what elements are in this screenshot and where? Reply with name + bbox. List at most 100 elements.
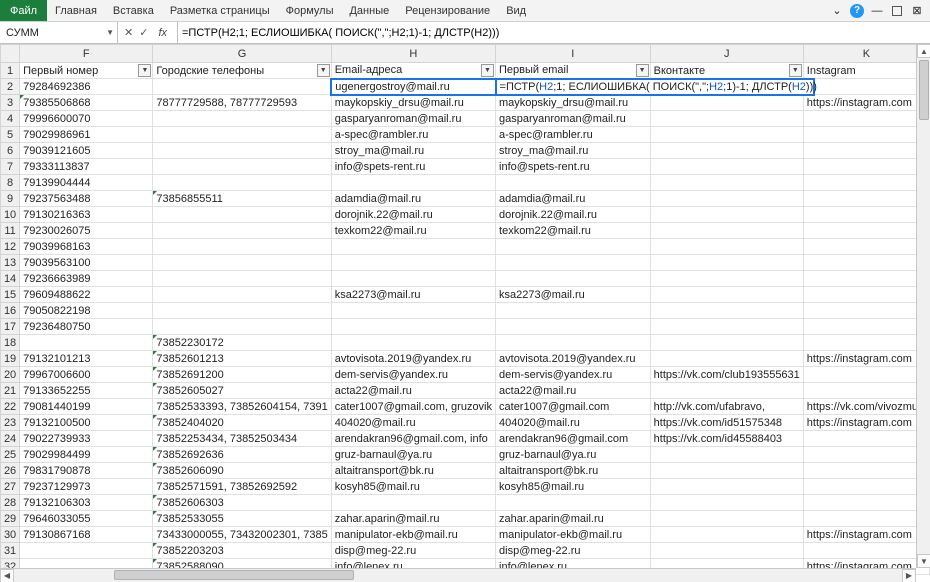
- cell-J30[interactable]: [650, 527, 803, 543]
- row-header-14[interactable]: 14: [1, 271, 20, 287]
- cell-K31[interactable]: [803, 543, 929, 559]
- header-cell-K[interactable]: Instagram: [803, 63, 929, 79]
- tab-0[interactable]: Главная: [47, 0, 105, 21]
- cell-G13[interactable]: [153, 255, 331, 271]
- cell-H28[interactable]: [331, 495, 495, 511]
- tab-5[interactable]: Рецензирование: [397, 0, 498, 21]
- cell-J26[interactable]: [650, 463, 803, 479]
- cell-G11[interactable]: [153, 223, 331, 239]
- cell-G10[interactable]: [153, 207, 331, 223]
- cell-J20[interactable]: https://vk.com/club193555631: [650, 367, 803, 383]
- cell-H24[interactable]: arendakran96@gmail.com, info: [331, 431, 495, 447]
- cell-H20[interactable]: dem-servis@yandex.ru: [331, 367, 495, 383]
- row-header-12[interactable]: 12: [1, 239, 20, 255]
- cell-K9[interactable]: [803, 191, 929, 207]
- cell-F31[interactable]: [20, 543, 153, 559]
- filter-dropdown-J[interactable]: ▼: [789, 64, 802, 77]
- cell-K17[interactable]: [803, 319, 929, 335]
- row-header-13[interactable]: 13: [1, 255, 20, 271]
- row-header-23[interactable]: 23: [1, 415, 20, 431]
- cell-I6[interactable]: stroy_ma@mail.ru: [496, 143, 651, 159]
- cell-K18[interactable]: [803, 335, 929, 351]
- cell-K11[interactable]: [803, 223, 929, 239]
- cell-G14[interactable]: [153, 271, 331, 287]
- cell-H27[interactable]: kosyh85@mail.ru: [331, 479, 495, 495]
- cell-F20[interactable]: 79967006600: [20, 367, 153, 383]
- cell-J8[interactable]: [650, 175, 803, 191]
- cell-K23[interactable]: https://instagram.com: [803, 415, 929, 431]
- row-header-20[interactable]: 20: [1, 367, 20, 383]
- cell-I12[interactable]: [496, 239, 651, 255]
- cell-J31[interactable]: [650, 543, 803, 559]
- cell-F15[interactable]: 79609488622: [20, 287, 153, 303]
- tab-2[interactable]: Разметка страницы: [162, 0, 278, 21]
- cell-K4[interactable]: [803, 111, 929, 127]
- cell-J7[interactable]: [650, 159, 803, 175]
- cell-J19[interactable]: [650, 351, 803, 367]
- filter-dropdown-I[interactable]: ▼: [636, 64, 649, 77]
- cell-K24[interactable]: [803, 431, 929, 447]
- header-cell-I[interactable]: Первый email▼: [496, 63, 651, 79]
- cell-K15[interactable]: [803, 287, 929, 303]
- cell-J10[interactable]: [650, 207, 803, 223]
- cell-G12[interactable]: [153, 239, 331, 255]
- close-icon[interactable]: ⊠: [910, 4, 924, 18]
- cell-J14[interactable]: [650, 271, 803, 287]
- cell-I9[interactable]: adamdia@mail.ru: [496, 191, 651, 207]
- cell-H5[interactable]: a-spec@rambler.ru: [331, 127, 495, 143]
- cell-J15[interactable]: [650, 287, 803, 303]
- name-box[interactable]: СУММ ▼: [0, 22, 118, 43]
- cell-G16[interactable]: [153, 303, 331, 319]
- cell-G24[interactable]: 73852253434, 73852503434: [153, 431, 331, 447]
- cell-I8[interactable]: [496, 175, 651, 191]
- cell-K16[interactable]: [803, 303, 929, 319]
- cell-G31[interactable]: 73852203203: [153, 543, 331, 559]
- cell-G4[interactable]: [153, 111, 331, 127]
- fx-icon[interactable]: fx: [154, 27, 171, 39]
- cell-F11[interactable]: 79230026075: [20, 223, 153, 239]
- row-header-1[interactable]: 1: [1, 63, 20, 79]
- cell-H30[interactable]: manipulator-ekb@mail.ru: [331, 527, 495, 543]
- cell-K30[interactable]: https://instagram.com: [803, 527, 929, 543]
- filter-dropdown-G[interactable]: ▼: [317, 64, 330, 77]
- cell-K25[interactable]: [803, 447, 929, 463]
- col-header-F[interactable]: F: [20, 45, 153, 63]
- cell-K26[interactable]: [803, 463, 929, 479]
- cell-F8[interactable]: 79139904444: [20, 175, 153, 191]
- cell-H4[interactable]: gasparyanroman@mail.ru: [331, 111, 495, 127]
- cell-J11[interactable]: [650, 223, 803, 239]
- cell-G23[interactable]: 73852404020: [153, 415, 331, 431]
- cell-F13[interactable]: 79039563100: [20, 255, 153, 271]
- grid[interactable]: FGHIJK1Первый номер▼Городские телефоны▼E…: [0, 44, 930, 582]
- cell-H21[interactable]: acta22@mail.ru: [331, 383, 495, 399]
- cell-H2[interactable]: ugenergostroy@mail.ru: [331, 79, 495, 95]
- row-header-25[interactable]: 25: [1, 447, 20, 463]
- ribbon-collapse-icon[interactable]: ⌄: [830, 4, 844, 18]
- cell-F19[interactable]: 79132101213: [20, 351, 153, 367]
- cell-K3[interactable]: https://instagram.com: [803, 95, 929, 111]
- cell-G7[interactable]: [153, 159, 331, 175]
- cell-G6[interactable]: [153, 143, 331, 159]
- cell-I27[interactable]: kosyh85@mail.ru: [496, 479, 651, 495]
- cell-I7[interactable]: info@spets-rent.ru: [496, 159, 651, 175]
- cell-G9[interactable]: 73856855511: [153, 191, 331, 207]
- cell-H16[interactable]: [331, 303, 495, 319]
- cell-I4[interactable]: gasparyanroman@mail.ru: [496, 111, 651, 127]
- restore-icon[interactable]: [890, 4, 904, 18]
- row-header-2[interactable]: 2: [1, 79, 20, 95]
- cell-G26[interactable]: 73852606090: [153, 463, 331, 479]
- cell-H13[interactable]: [331, 255, 495, 271]
- row-header-24[interactable]: 24: [1, 431, 20, 447]
- formula-input[interactable]: [178, 22, 930, 43]
- cell-H22[interactable]: cater1007@gmail.com, gruzovik: [331, 399, 495, 415]
- cell-J23[interactable]: https://vk.com/id51575348: [650, 415, 803, 431]
- tab-6[interactable]: Вид: [498, 0, 534, 21]
- filter-dropdown-F[interactable]: ▼: [138, 64, 151, 77]
- row-header-4[interactable]: 4: [1, 111, 20, 127]
- cell-F5[interactable]: 79029986961: [20, 127, 153, 143]
- cell-F12[interactable]: 79039968163: [20, 239, 153, 255]
- cell-K13[interactable]: [803, 255, 929, 271]
- row-header-16[interactable]: 16: [1, 303, 20, 319]
- row-header-21[interactable]: 21: [1, 383, 20, 399]
- cell-H3[interactable]: maykopskiy_drsu@mail.ru: [331, 95, 495, 111]
